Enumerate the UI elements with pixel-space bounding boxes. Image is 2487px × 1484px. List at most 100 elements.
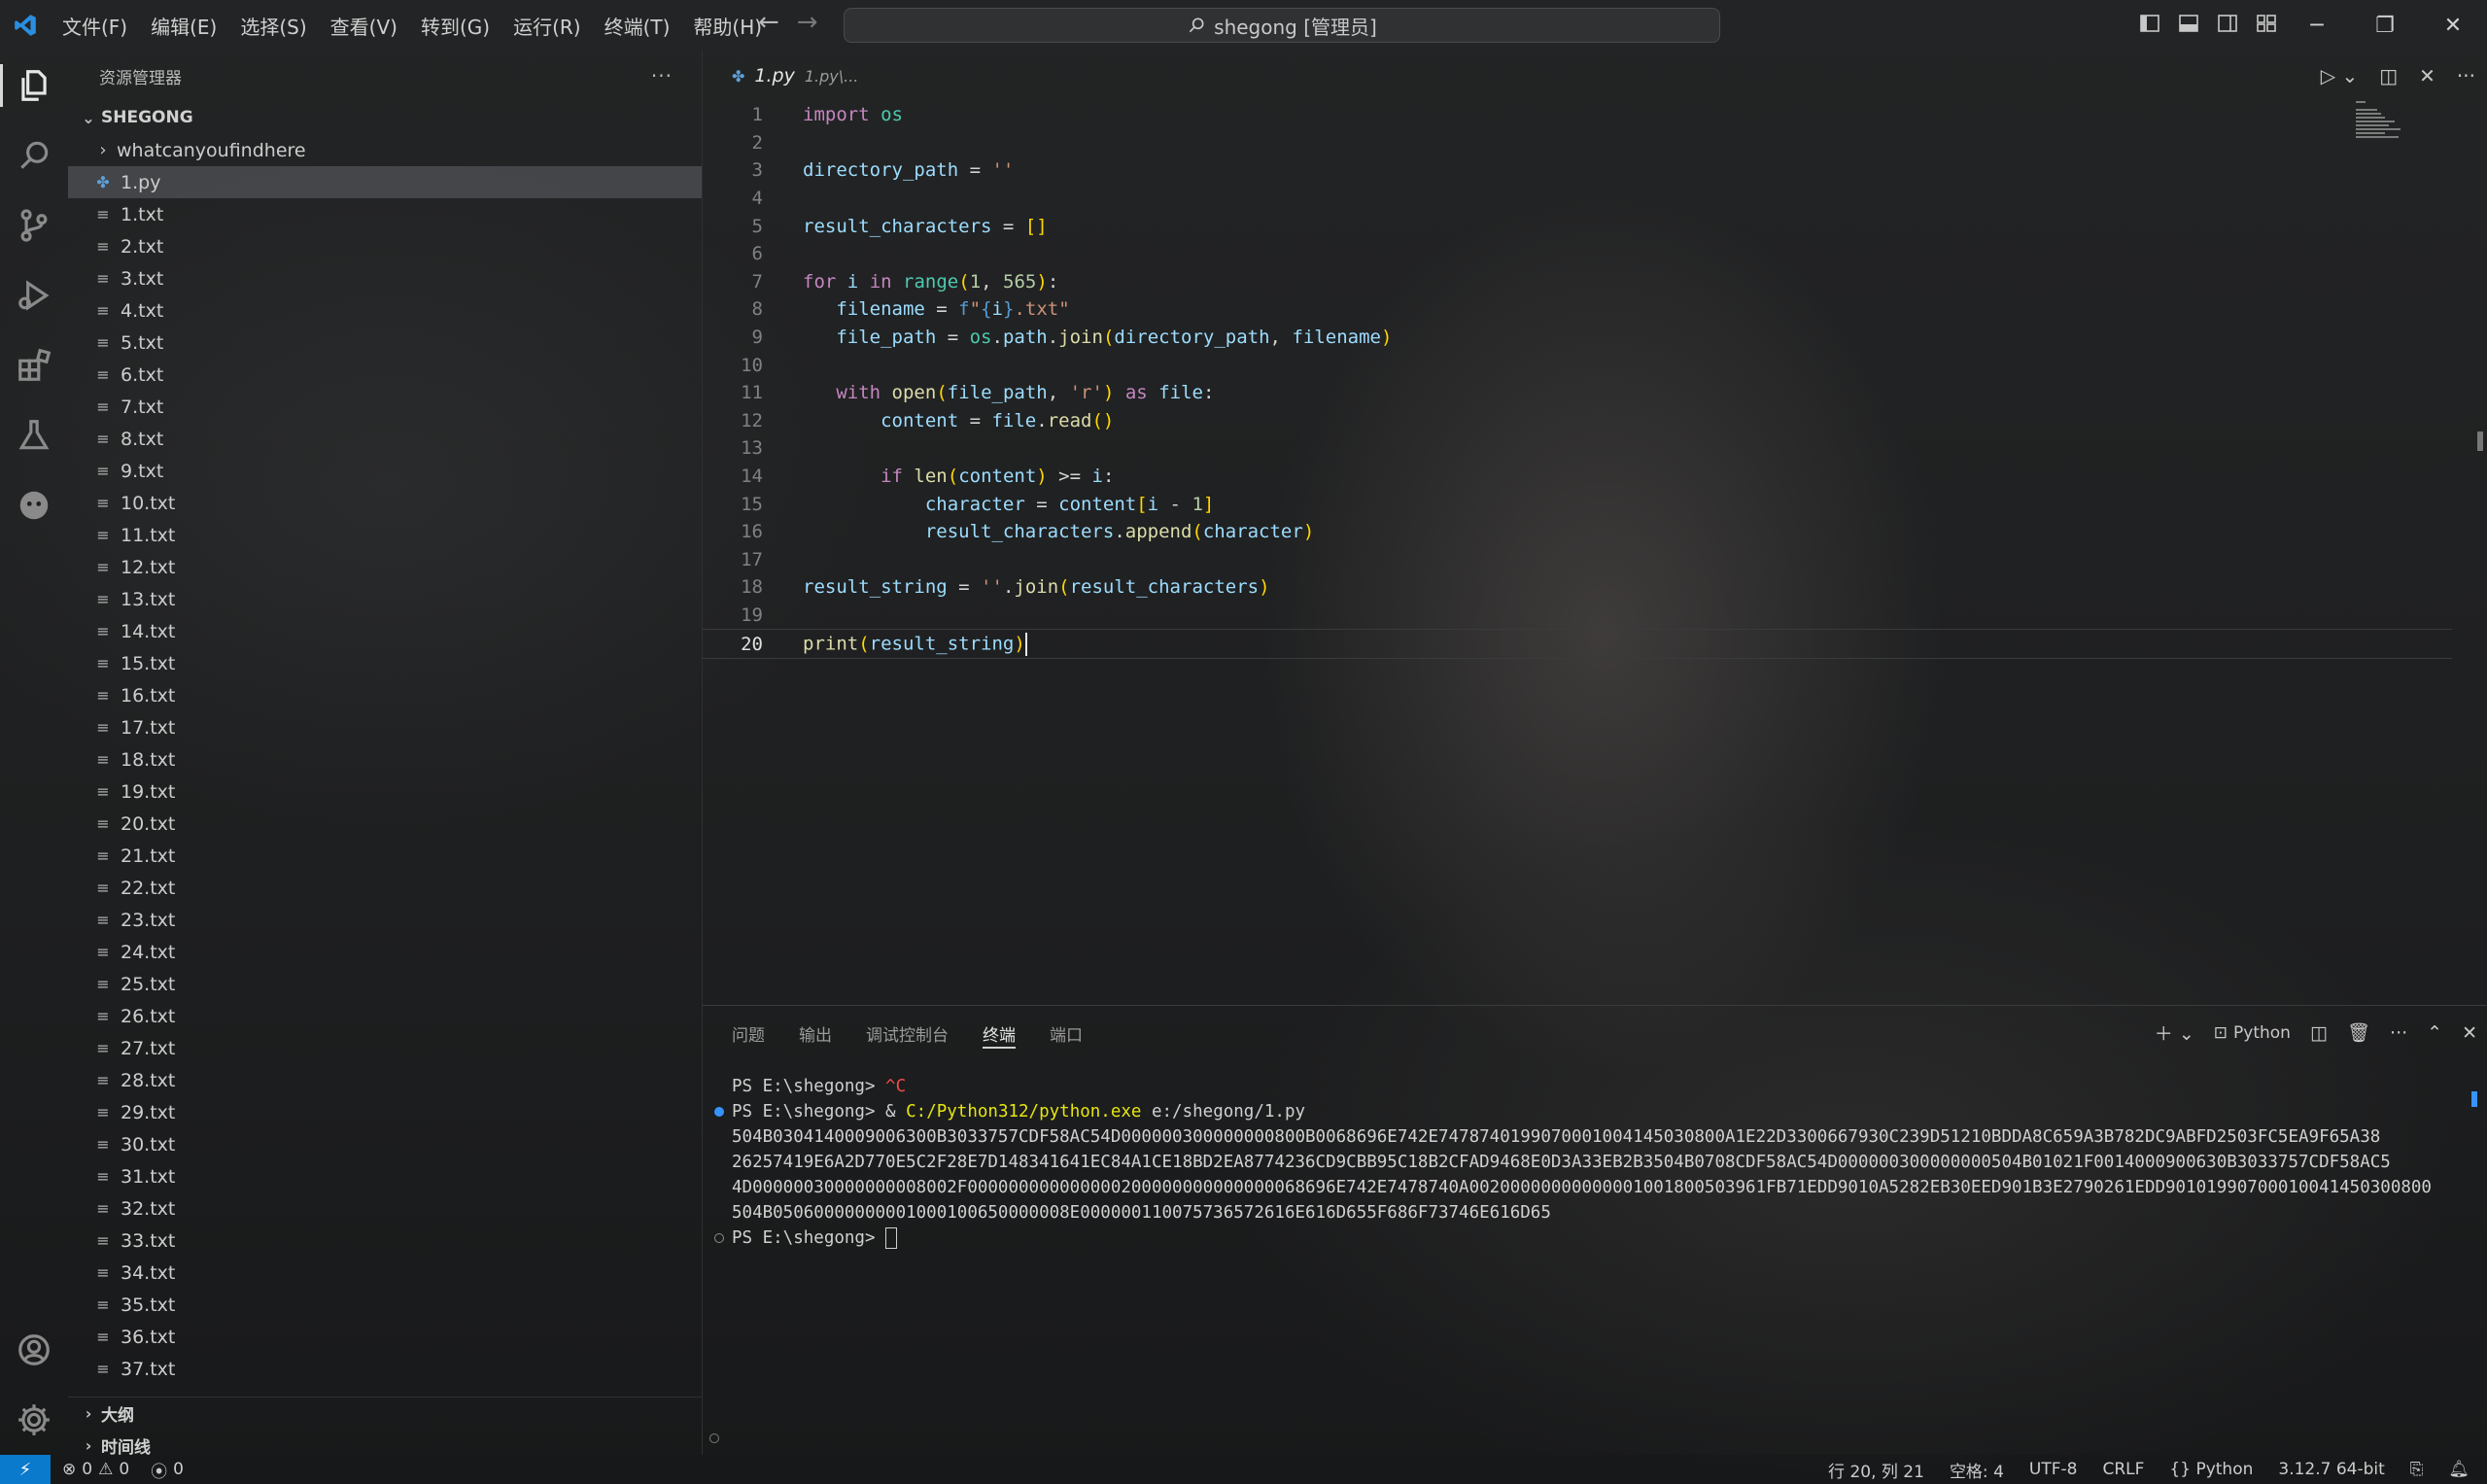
- folder-row[interactable]: › whatcanyoufindhere: [68, 134, 702, 166]
- indentation[interactable]: 空格: 4: [1950, 1458, 2004, 1482]
- file-row[interactable]: ≡ 18.txt: [68, 743, 702, 776]
- file-row[interactable]: ≡ 32.txt: [68, 1192, 702, 1225]
- terminal-output[interactable]: PS E:\shegong> ^C PS E:\shegong> & C:/Py…: [714, 1074, 2471, 1251]
- maximize-panel-icon[interactable]: ⌃: [2427, 1022, 2442, 1044]
- tab-problems[interactable]: 问题: [732, 1006, 765, 1060]
- menu-run[interactable]: 运行(R): [501, 12, 593, 40]
- menu-view[interactable]: 查看(V): [319, 12, 409, 40]
- file-row[interactable]: ≡ 4.txt: [68, 294, 702, 327]
- file-row[interactable]: ≡ 20.txt: [68, 808, 702, 840]
- file-row[interactable]: ≡ 6.txt: [68, 359, 702, 391]
- file-row[interactable]: ≡ 15.txt: [68, 647, 702, 679]
- file-row[interactable]: ≡ 35.txt: [68, 1289, 702, 1321]
- close-window-button[interactable]: ✕: [2419, 0, 2487, 51]
- more-actions-icon[interactable]: ···: [651, 64, 673, 87]
- editor-tab-1py[interactable]: ✤ 1.py 1.py\...: [703, 65, 858, 86]
- editor-scrollbar[interactable]: [2471, 101, 2487, 1005]
- file-row[interactable]: ≡ 14.txt: [68, 615, 702, 647]
- file-row[interactable]: ≡ 12.txt: [68, 551, 702, 583]
- file-row-selected[interactable]: ✤ 1.py: [68, 166, 702, 198]
- search-icon[interactable]: [0, 121, 68, 190]
- file-row[interactable]: ≡ 5.txt: [68, 327, 702, 359]
- file-row[interactable]: ≡ 24.txt: [68, 936, 702, 968]
- language-mode[interactable]: {} Python: [2169, 1460, 2253, 1479]
- file-row[interactable]: ≡ 10.txt: [68, 487, 702, 519]
- run-python-file-icon[interactable]: ▷ ⌄: [2321, 64, 2359, 87]
- tab-ports[interactable]: 端口: [1050, 1006, 1083, 1060]
- notifications-bell-icon[interactable]: 🔔︎: [2448, 1460, 2470, 1479]
- customize-layout-icon[interactable]: [2255, 12, 2278, 35]
- file-row[interactable]: ≡ 29.txt: [68, 1096, 702, 1128]
- tab-debug-console[interactable]: 调试控制台: [866, 1006, 949, 1060]
- file-row[interactable]: ≡ 9.txt: [68, 455, 702, 487]
- file-row[interactable]: ≡ 23.txt: [68, 904, 702, 936]
- close-editor-icon[interactable]: ✕: [2419, 64, 2435, 87]
- more-actions-icon[interactable]: ···: [2457, 64, 2475, 87]
- command-center-search[interactable]: shegong [管理员]: [844, 8, 1720, 43]
- command-decoration-icon[interactable]: [709, 1433, 719, 1443]
- file-row[interactable]: ≡ 11.txt: [68, 519, 702, 551]
- toggle-primary-sidebar-icon[interactable]: [2138, 12, 2161, 35]
- remote-explorer-icon[interactable]: [0, 470, 68, 540]
- terminal-profile[interactable]: ⊡ Python: [2214, 1023, 2291, 1043]
- file-row[interactable]: ≡ 25.txt: [68, 968, 702, 1000]
- explorer-icon[interactable]: [0, 51, 68, 121]
- file-row[interactable]: ≡ 31.txt: [68, 1160, 702, 1192]
- end-of-line[interactable]: CRLF: [2102, 1460, 2144, 1479]
- cursor-position[interactable]: 行 20, 列 21: [1828, 1458, 1924, 1482]
- minimize-button[interactable]: ─: [2283, 0, 2351, 51]
- new-terminal-icon[interactable]: ＋ ⌄: [2155, 1019, 2194, 1046]
- file-row[interactable]: ≡ 34.txt: [68, 1257, 702, 1289]
- run-and-debug-icon[interactable]: [0, 260, 68, 330]
- workspace-section-header[interactable]: ⌄ SHEGONG: [68, 101, 702, 134]
- extensions-icon[interactable]: [0, 330, 68, 400]
- file-row[interactable]: ≡ 27.txt: [68, 1032, 702, 1064]
- file-row[interactable]: ≡ 26.txt: [68, 1000, 702, 1032]
- minimap[interactable]: [2356, 101, 2414, 150]
- file-row[interactable]: ≡ 3.txt: [68, 262, 702, 294]
- feedback-icon[interactable]: ⎘: [2410, 1460, 2424, 1479]
- split-terminal-icon[interactable]: ◫: [2310, 1022, 2328, 1044]
- command-decoration-icon[interactable]: [714, 1107, 724, 1117]
- manage-gear-icon[interactable]: [0, 1385, 68, 1455]
- tab-output[interactable]: 输出: [799, 1006, 832, 1060]
- menu-go[interactable]: 转到(G): [409, 12, 501, 40]
- file-row[interactable]: ≡ 28.txt: [68, 1064, 702, 1096]
- file-row[interactable]: ≡ 8.txt: [68, 423, 702, 455]
- kill-terminal-icon[interactable]: 🗑: [2347, 1021, 2370, 1044]
- forward-arrow-icon[interactable]: →: [797, 8, 818, 37]
- restore-button[interactable]: ❐: [2351, 0, 2419, 51]
- file-row[interactable]: ≡ 16.txt: [68, 679, 702, 711]
- command-decoration-icon[interactable]: [714, 1233, 724, 1243]
- encoding[interactable]: UTF-8: [2029, 1460, 2078, 1479]
- file-row[interactable]: ≡ 33.txt: [68, 1225, 702, 1257]
- file-row[interactable]: ≡ 30.txt: [68, 1128, 702, 1160]
- file-row[interactable]: ≡ 7.txt: [68, 391, 702, 423]
- menu-edit[interactable]: 编辑(E): [139, 12, 228, 40]
- file-row[interactable]: ≡ 17.txt: [68, 711, 702, 743]
- accounts-icon[interactable]: [0, 1315, 68, 1385]
- file-row[interactable]: ≡ 22.txt: [68, 872, 702, 904]
- split-editor-icon[interactable]: ◫: [2379, 64, 2398, 87]
- testing-icon[interactable]: [0, 400, 68, 470]
- outline-section-header[interactable]: › 大纲: [68, 1398, 702, 1430]
- file-row[interactable]: ≡ 2.txt: [68, 230, 702, 262]
- file-row[interactable]: ≡ 21.txt: [68, 840, 702, 872]
- menu-terminal[interactable]: 终端(T): [593, 12, 682, 40]
- close-panel-icon[interactable]: ✕: [2462, 1022, 2477, 1044]
- menu-file[interactable]: 文件(F): [51, 12, 139, 40]
- file-row[interactable]: ≡ 13.txt: [68, 583, 702, 615]
- terminal-scrollbar[interactable]: [2471, 1091, 2477, 1107]
- python-interpreter[interactable]: 3.12.7 64-bit: [2278, 1460, 2384, 1479]
- file-row[interactable]: ≡ 36.txt: [68, 1321, 702, 1353]
- toggle-panel-icon[interactable]: [2177, 12, 2200, 35]
- ports-status[interactable]: ⦿ 0: [151, 1458, 184, 1482]
- code-editor[interactable]: 1 import os 2 3 directory_path = '' 4 5 res…: [703, 101, 2452, 1005]
- file-row[interactable]: ≡ 37.txt: [68, 1353, 702, 1385]
- file-row[interactable]: ≡ 1.txt: [68, 198, 702, 230]
- menu-selection[interactable]: 选择(S): [228, 12, 318, 40]
- toggle-secondary-sidebar-icon[interactable]: [2216, 12, 2239, 35]
- back-arrow-icon[interactable]: ←: [758, 8, 779, 37]
- problems-status[interactable]: ⊗ 0 ⚠ 0: [62, 1460, 129, 1479]
- tab-terminal[interactable]: 终端: [983, 1006, 1016, 1060]
